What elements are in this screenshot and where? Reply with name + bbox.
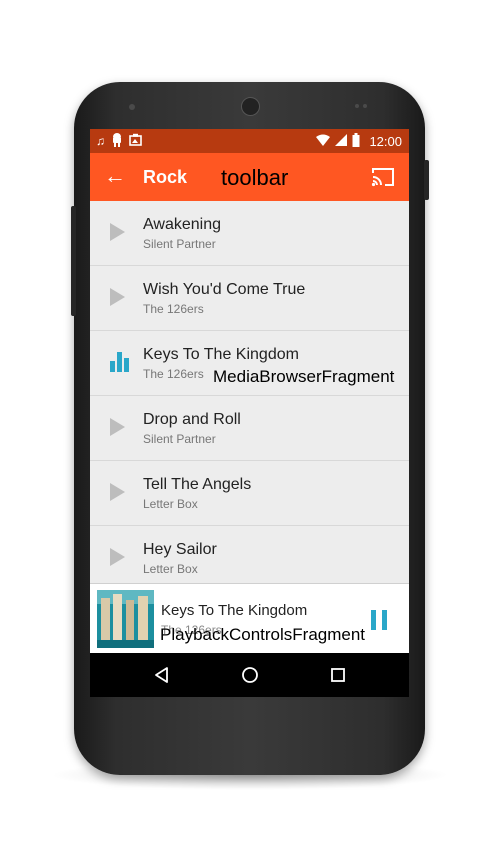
equalizer-icon [110, 352, 129, 372]
wifi-icon [316, 134, 331, 150]
play-icon [110, 417, 128, 437]
play-icon [110, 547, 128, 567]
track-artist: The 126ers [143, 302, 204, 316]
toolbar-annotation: toolbar [221, 165, 289, 190]
track-artist: Letter Box [143, 497, 198, 511]
track-artist: Letter Box [143, 562, 198, 576]
front-camera [241, 97, 260, 116]
play-icon [110, 482, 128, 502]
status-bar: ♫ 12:00 [90, 129, 409, 153]
track-list: Awakening Silent Partner Wish You'd Come… [90, 201, 409, 591]
sensor [363, 104, 367, 108]
list-item[interactable]: Hey Sailor Letter Box [90, 526, 409, 591]
signal-icon [335, 134, 348, 150]
list-item[interactable]: Drop and Roll Silent Partner [90, 396, 409, 461]
track-title: Awakening [143, 216, 221, 233]
album-art [97, 590, 154, 648]
track-title: Keys To The Kingdom [143, 346, 299, 363]
battery-icon [352, 133, 360, 151]
controls-annotation: PlaybackControlsFragment [160, 625, 366, 644]
volume-button [71, 206, 76, 316]
track-title: Tell The Angels [143, 476, 252, 493]
track-artist: The 126ers [143, 367, 204, 381]
power-button [424, 160, 429, 200]
status-clock: 12:00 [369, 134, 402, 149]
arrow-left-icon[interactable]: ← [104, 163, 126, 189]
track-title: Hey Sailor [143, 541, 217, 558]
navigation-bar [90, 653, 409, 697]
track-artist: Silent Partner [143, 432, 216, 446]
cast-icon[interactable] [371, 167, 395, 187]
track-artist: Silent Partner [143, 237, 216, 251]
recents-square-icon[interactable] [328, 665, 348, 685]
play-icon [110, 287, 128, 307]
list-item[interactable]: Awakening Silent Partner [90, 201, 409, 266]
screen: ♫ 12:00 ← Rock toolbar Awakening Silent … [90, 129, 409, 697]
browser-annotation: MediaBrowserFragment [213, 367, 395, 386]
list-item[interactable]: Wish You'd Come True The 126ers [90, 266, 409, 331]
sensor [355, 104, 359, 108]
pause-icon[interactable] [371, 610, 388, 630]
home-circle-icon[interactable] [240, 665, 260, 685]
list-item[interactable]: Tell The Angels Letter Box [90, 461, 409, 526]
sensor [129, 104, 135, 110]
track-title: Drop and Roll [143, 411, 241, 428]
now-playing-title: Keys To The Kingdom [161, 602, 308, 619]
track-title: Wish You'd Come True [143, 281, 306, 298]
play-icon [110, 222, 128, 242]
music-note-icon: ♫ [96, 134, 105, 148]
toolbar-title: Rock [143, 167, 188, 187]
android-icon [112, 133, 122, 151]
back-triangle-icon[interactable] [152, 665, 172, 685]
image-icon [129, 133, 142, 151]
